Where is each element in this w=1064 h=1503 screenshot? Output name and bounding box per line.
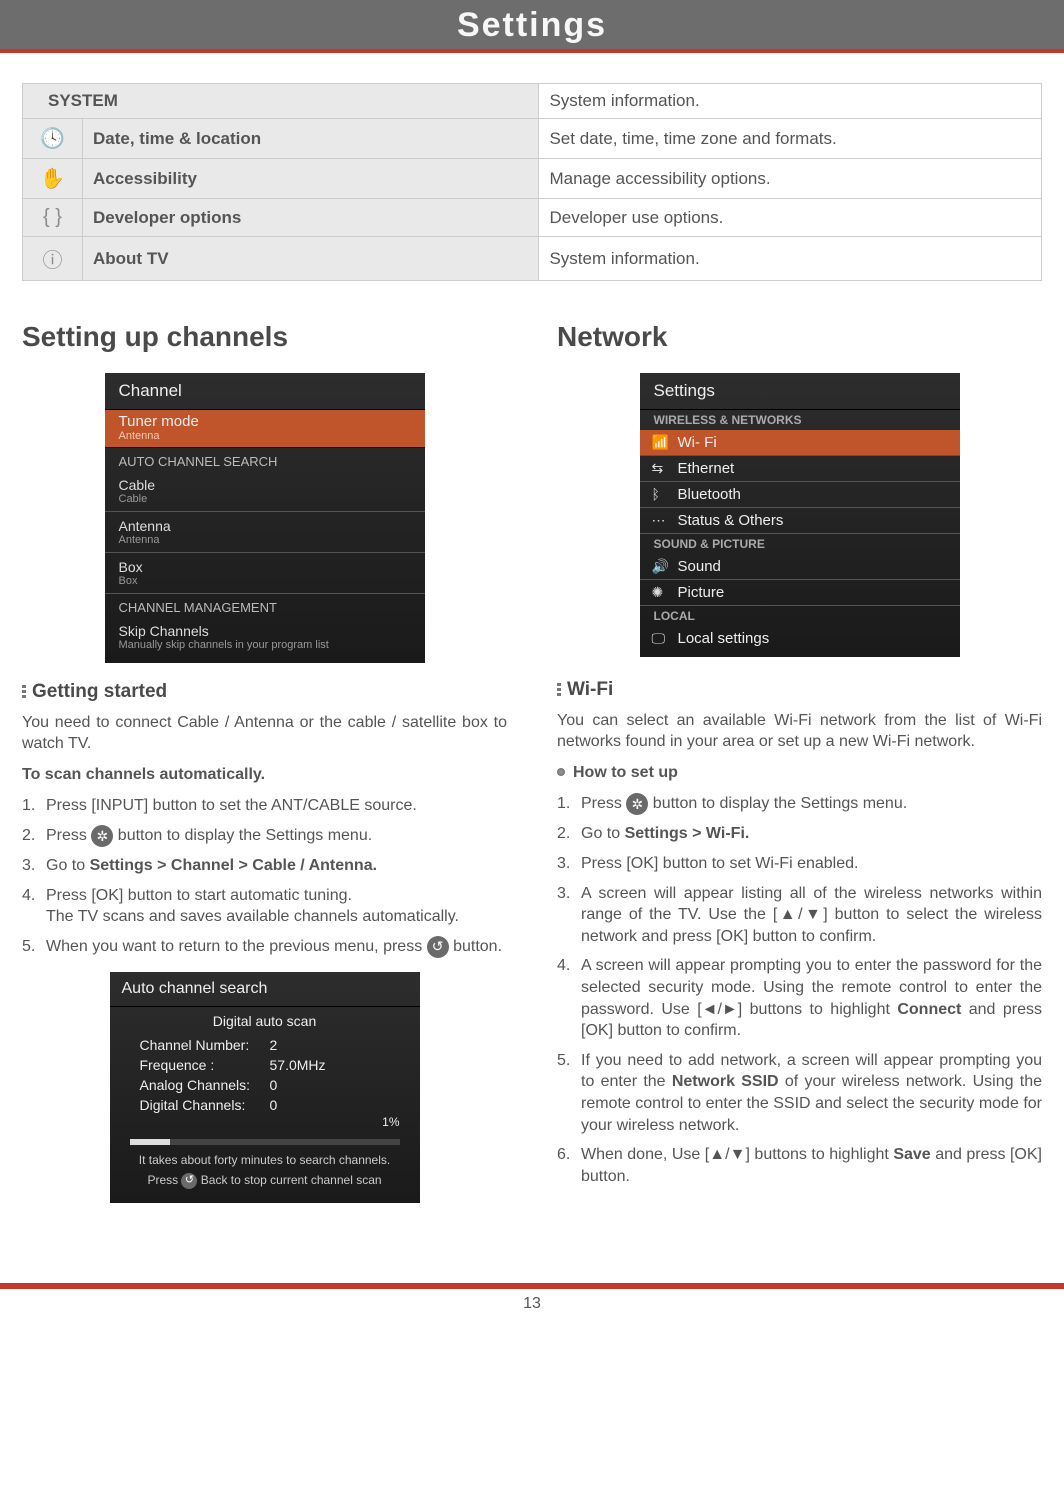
page-footer: 13 [0, 1283, 1064, 1325]
step-text: Press [46, 827, 91, 844]
row-desc: System information. [539, 237, 1042, 281]
step-text: The TV scans and saves available channel… [46, 908, 459, 925]
back-icon: ↺ [181, 1173, 197, 1189]
row-desc: Set date, time, time zone and formats. [539, 119, 1042, 159]
wifi-row: 📶Wi- Fi [640, 430, 960, 456]
row-desc: Manage accessibility options. [539, 159, 1042, 199]
step-text: button to display the Settings menu. [113, 827, 372, 844]
page-header: Settings [0, 0, 1064, 53]
bluetooth-row: ᛒBluetooth [640, 482, 960, 508]
row-label: Developer options [83, 199, 539, 237]
hand-icon: ✋ [23, 159, 83, 199]
picture-icon: ✺ [652, 584, 664, 601]
row-label: Accessibility [83, 159, 539, 199]
auto-search-title: Auto channel search [110, 972, 420, 1007]
step-bold: Settings > Channel > Cable / Antenna. [90, 857, 377, 874]
step-text: When you want to return to the previous … [46, 938, 427, 955]
skip-channels-row: Skip Channels Manually skip channels in … [105, 617, 425, 657]
step-text: Press [OK] button to start automatic tun… [46, 887, 352, 904]
wifi-heading: Wi-Fi [557, 679, 1042, 701]
auto-channel-search-head: AUTO CHANNEL SEARCH [105, 448, 425, 471]
auto-channel-search-panel: Auto channel search Digital auto scan Ch… [110, 972, 420, 1203]
step-text: Go to [46, 857, 90, 874]
row-label: About TV [83, 237, 539, 281]
progress-bar [130, 1139, 400, 1145]
progress-pct: 1% [110, 1115, 420, 1129]
ethernet-row: ⇆Ethernet [640, 456, 960, 482]
picture-row: ✺Picture [640, 580, 960, 606]
settings-panel: Settings WIRELESS & NETWORKS 📶Wi- Fi ⇆Et… [640, 373, 960, 657]
search-note: It takes about forty minutes to search c… [110, 1147, 420, 1169]
category: WIRELESS & NETWORKS [640, 410, 960, 430]
local-row: 🖵Local settings [640, 626, 960, 651]
bluetooth-icon: ᛒ [652, 486, 660, 502]
back-icon: ↺ [427, 936, 449, 958]
setting-up-channels-heading: Setting up channels [22, 321, 507, 353]
channel-management-head: CHANNEL MANAGEMENT [105, 594, 425, 617]
auto-search-sub: Digital auto scan [110, 1007, 420, 1035]
gear-icon: ✲ [626, 793, 648, 815]
channel-panel: Channel Tuner mode Antenna AUTO CHANNEL … [105, 373, 425, 663]
page-title: Settings [0, 6, 1064, 45]
sound-icon: 🔊 [652, 558, 669, 575]
channel-row: Cable Cable [105, 471, 425, 512]
getting-started-heading: Getting started [22, 681, 507, 703]
channel-panel-title: Channel [105, 373, 425, 410]
local-icon: 🖵 [652, 630, 666, 647]
sound-row: 🔊Sound [640, 554, 960, 580]
category: LOCAL [640, 606, 960, 626]
bullet-icon [557, 768, 565, 776]
scan-head: To scan channels automatically. [22, 765, 507, 786]
channel-row: Antenna Antenna [105, 512, 425, 553]
network-heading: Network [557, 321, 1042, 353]
system-label: SYSTEM [23, 84, 539, 119]
step-text: Press [INPUT] button to set the ANT/CABL… [46, 797, 417, 814]
wifi-intro: You can select an available Wi-Fi networ… [557, 711, 1042, 753]
row-desc: Developer use options. [539, 199, 1042, 237]
channel-row: Box Box [105, 553, 425, 594]
ethernet-icon: ⇆ [652, 460, 664, 477]
tuner-mode-value: Antenna [119, 430, 411, 442]
page-number: 13 [0, 1289, 1064, 1325]
tuner-mode-row: Tuner mode Antenna [105, 410, 425, 448]
system-table: SYSTEM System information. 🕓 Date, time … [22, 83, 1042, 281]
system-desc: System information. [539, 84, 1042, 119]
tuner-mode-label: Tuner mode [119, 413, 411, 430]
info-icon: ⓘ [23, 237, 83, 281]
status-icon: ⋯ [652, 512, 666, 529]
settings-title: Settings [640, 373, 960, 410]
clock-icon: 🕓 [23, 119, 83, 159]
braces-icon: { } [23, 199, 83, 237]
row-label: Date, time & location [83, 119, 539, 159]
search-note2: Press ↺ Back to stop current channel sca… [110, 1169, 420, 1193]
step-text: button. [449, 938, 502, 955]
intro-text: You need to connect Cable / Antenna or t… [22, 713, 507, 755]
gear-icon: ✲ [91, 825, 113, 847]
wifi-icon: 📶 [652, 434, 669, 451]
category: SOUND & PICTURE [640, 534, 960, 554]
scan-steps: 1.Press [INPUT] button to set the ANT/CA… [22, 795, 507, 957]
status-row: ⋯Status & Others [640, 508, 960, 534]
wifi-steps: 1.Press ✲ button to display the Settings… [557, 793, 1042, 1187]
howto: How to set up [557, 763, 1042, 784]
